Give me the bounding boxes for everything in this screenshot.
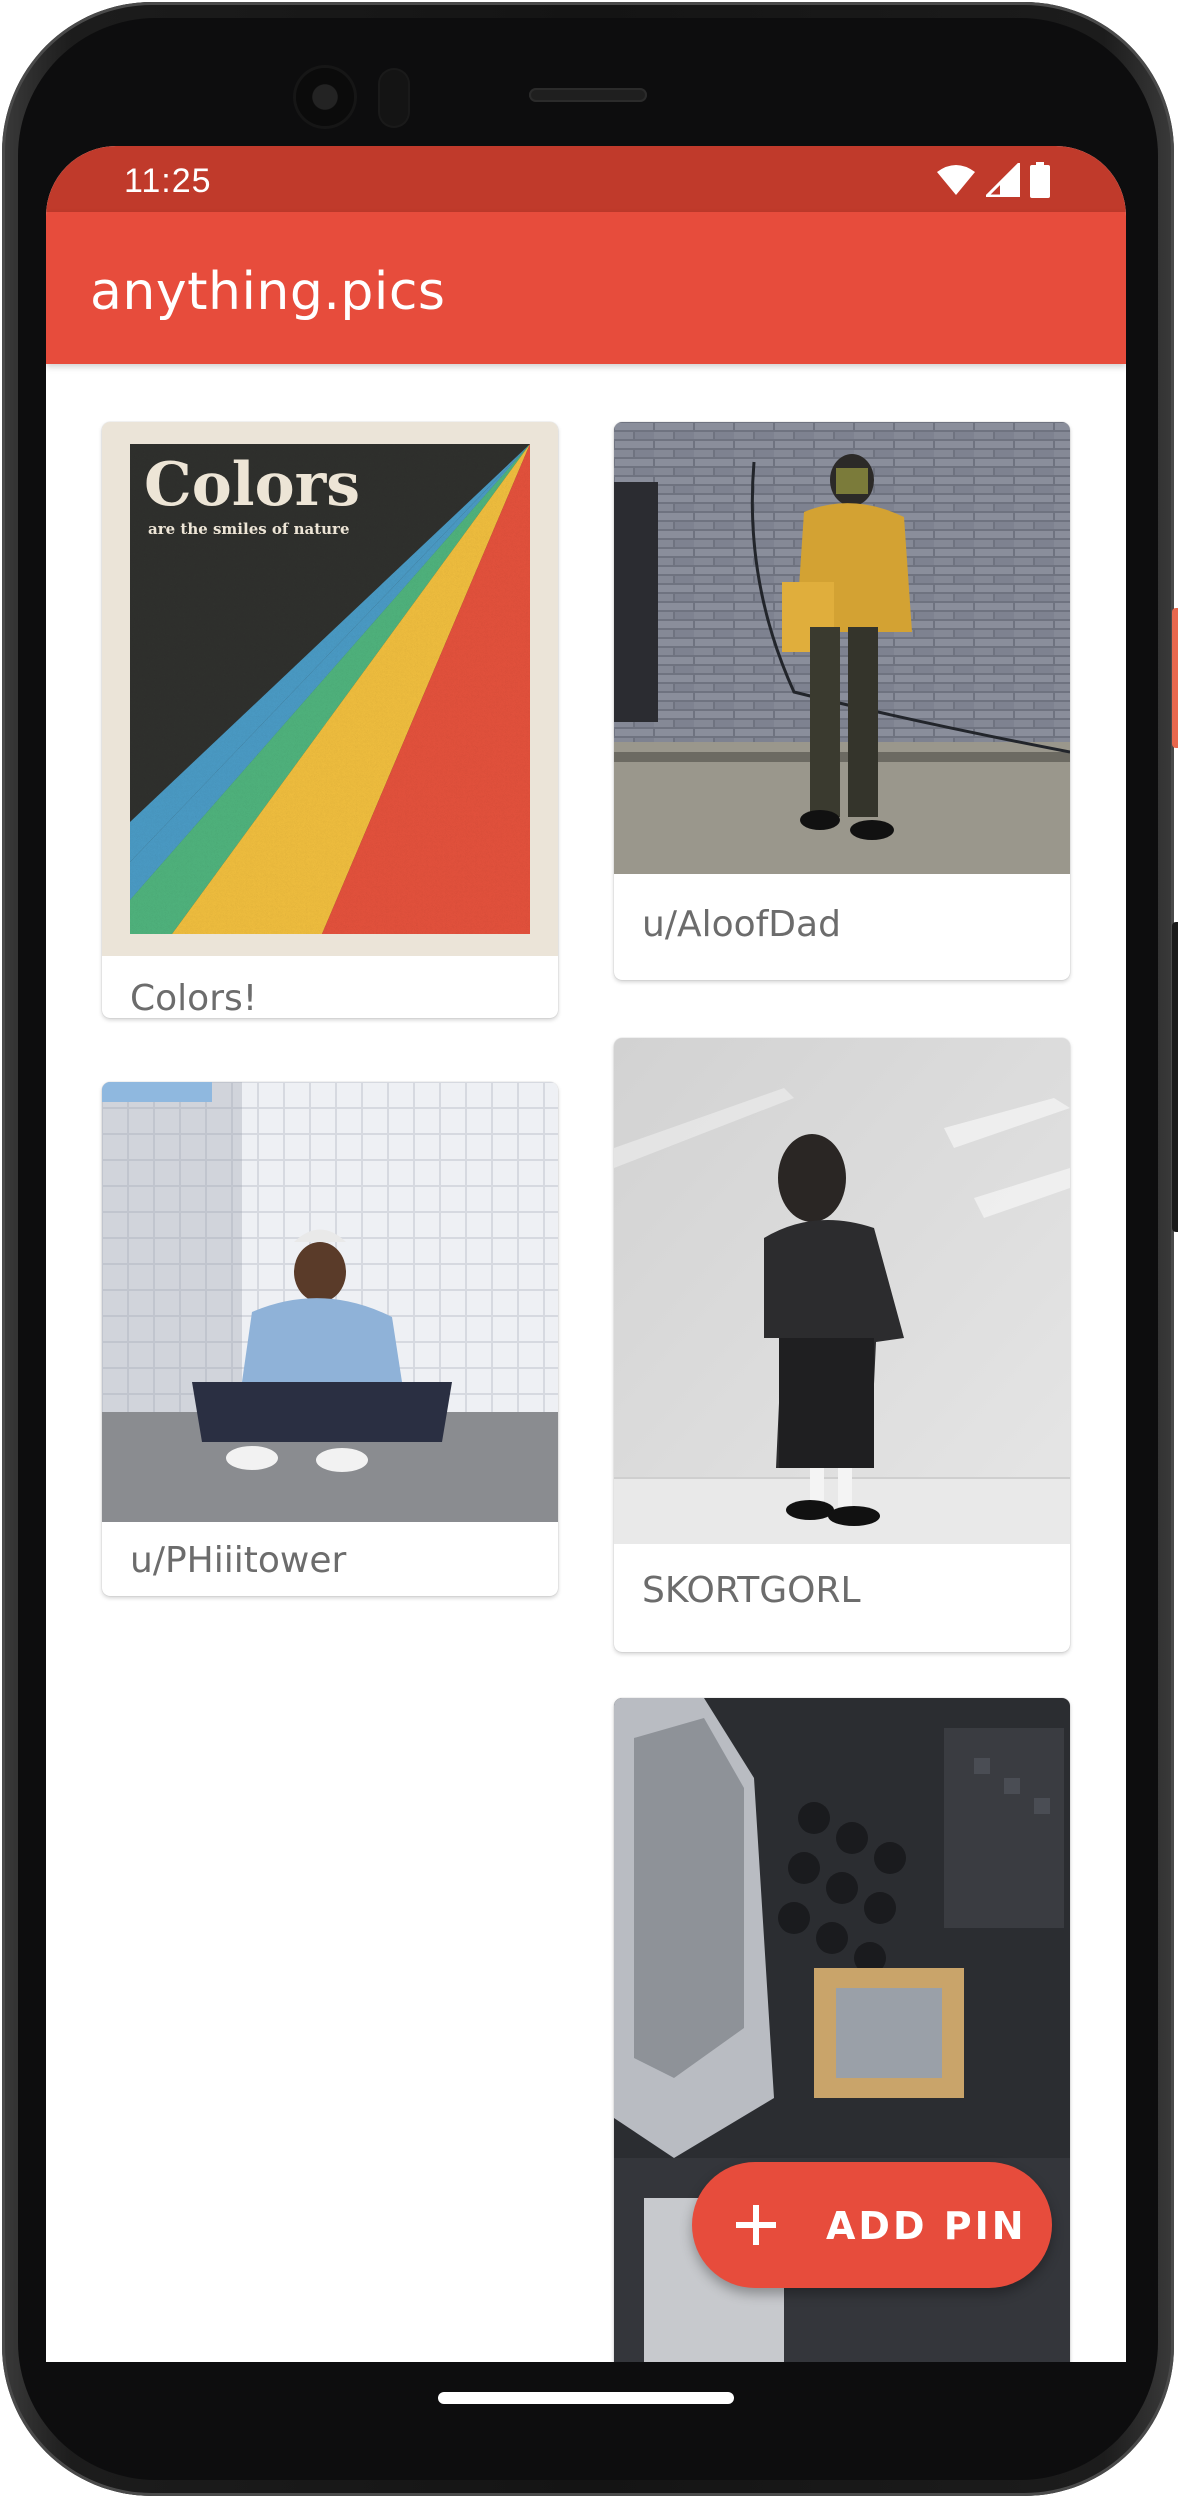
pin-image-person-black-outfit-white-wall bbox=[614, 1038, 1070, 1544]
add-pin-fab[interactable]: ADD PIN bbox=[692, 2162, 1052, 2288]
pin-image-person-yellow-jacket-brick-wall bbox=[614, 422, 1070, 874]
pin-caption: u/PHiiitower bbox=[130, 1540, 347, 1581]
poster-title: Colors bbox=[144, 450, 360, 520]
pin-caption: Colors! bbox=[130, 978, 258, 1018]
pin-caption: SKORTGORL bbox=[642, 1570, 861, 1611]
app-title: anything.pics bbox=[90, 262, 446, 322]
pin-card[interactable]: u/AloofDad bbox=[614, 422, 1070, 980]
pin-image-colors-poster: Colors are the smiles of nature bbox=[102, 422, 558, 956]
proximity-sensor bbox=[380, 70, 408, 126]
gesture-nav-bar bbox=[46, 2362, 1126, 2442]
pin-image-person-crouching-tile-wall bbox=[102, 1082, 558, 1522]
status-bar: 11:25 bbox=[46, 146, 1126, 212]
status-icons bbox=[936, 160, 1050, 200]
earpiece-speaker bbox=[529, 88, 647, 102]
screen: 11:25 anything.pics Colors are the smile… bbox=[46, 146, 1126, 2362]
pin-card[interactable]: Colors are the smiles of nature Colors! bbox=[102, 422, 558, 1018]
photo-brick-wall bbox=[614, 422, 1070, 874]
plus-icon bbox=[736, 2205, 776, 2245]
poster-subtitle: are the smiles of nature bbox=[148, 520, 350, 538]
pin-card[interactable]: SKORTGORL bbox=[614, 1038, 1070, 1652]
photo-white-wall bbox=[614, 1038, 1070, 1544]
status-time: 11:25 bbox=[124, 162, 212, 200]
front-camera bbox=[296, 68, 354, 126]
cell-signal-icon bbox=[986, 163, 1020, 197]
add-pin-label: ADD PIN bbox=[826, 2204, 1027, 2248]
pin-card[interactable]: u/PHiiitower bbox=[102, 1082, 558, 1596]
app-bar: anything.pics bbox=[46, 212, 1126, 364]
volume-button bbox=[1172, 922, 1178, 1232]
battery-icon bbox=[1030, 162, 1050, 198]
photo-tile-wall bbox=[102, 1082, 558, 1522]
power-button bbox=[1172, 608, 1178, 748]
home-gesture-handle[interactable] bbox=[438, 2392, 734, 2404]
wifi-icon bbox=[937, 165, 975, 195]
pin-caption: u/AloofDad bbox=[642, 904, 841, 945]
